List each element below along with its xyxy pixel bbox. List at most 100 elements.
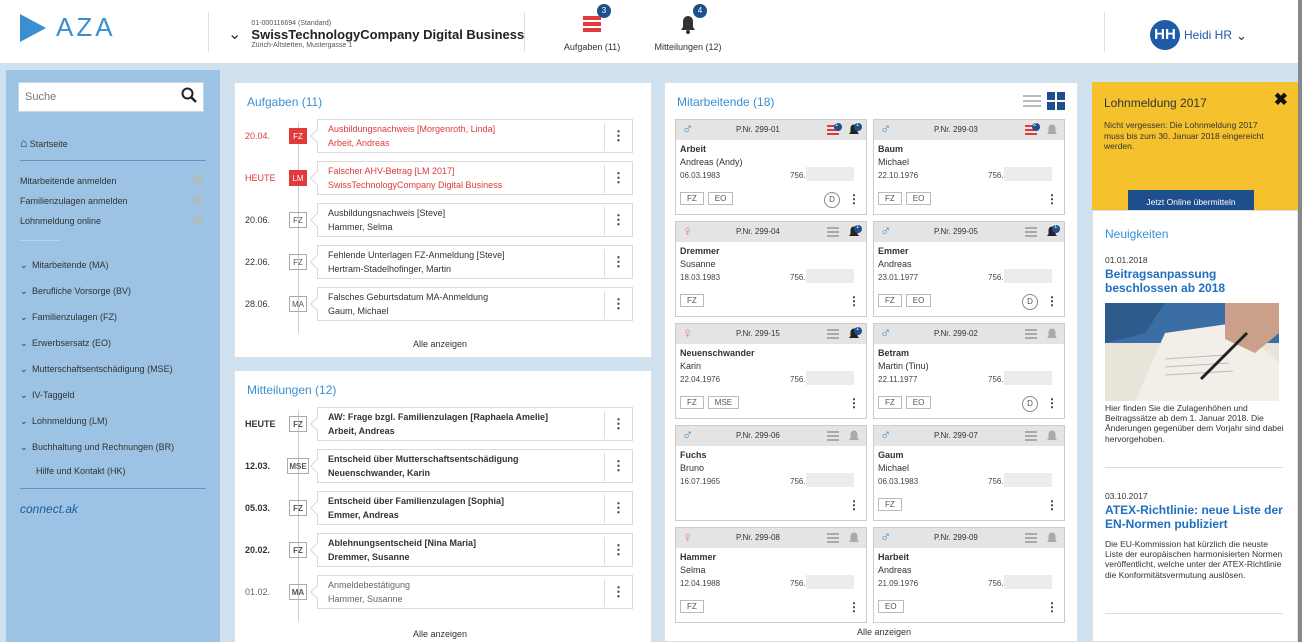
employee-card[interactable]: ♂ P.Nr. 299-06 Fuchs Bruno 16.07.1965 756. ⋮ bbox=[675, 425, 867, 521]
tasks-icon[interactable]: 2 bbox=[1024, 122, 1040, 137]
sidebar-item-income-compensation[interactable]: ⌄ Erwerbsersatz (EO) bbox=[20, 338, 111, 349]
task-box[interactable]: Falscher AHV-Betrag [LM 2017] SwissTechn… bbox=[309, 161, 633, 195]
task-item[interactable]: 20.06. FZ Ausbildungsnachweis [Steve] Ha… bbox=[245, 203, 639, 237]
star-icon[interactable]: ☆ bbox=[192, 192, 204, 208]
show-all-tasks-link[interactable]: Alle anzeigen bbox=[413, 339, 467, 349]
tasks-icon[interactable] bbox=[826, 429, 842, 443]
list-view-icon[interactable] bbox=[1023, 93, 1041, 109]
message-box[interactable]: Ablehnungsentscheid [Nina Maria] Dremmer… bbox=[309, 533, 633, 567]
task-box[interactable]: Fehlende Unterlagen FZ-Anmeldung [Steve]… bbox=[309, 245, 633, 279]
tasks-icon[interactable] bbox=[1024, 531, 1040, 545]
message-item[interactable]: 20.02. FZ Ablehnungsentscheid [Nina Mari… bbox=[245, 533, 639, 567]
sidebar-item-register-family-allowance[interactable]: Familienzulagen anmelden bbox=[20, 196, 128, 206]
bell-icon[interactable] bbox=[846, 531, 862, 545]
more-options-icon[interactable]: ⋮ bbox=[1046, 294, 1058, 308]
employee-card[interactable]: ♂ P.Nr. 299-05 1 Emmer Andreas 23.01.1977 756.… bbox=[873, 221, 1065, 317]
show-all-employees-link[interactable]: Alle anzeigen bbox=[857, 627, 911, 637]
news-headline[interactable]: ATEX-Richtlinie: neue Liste der EN-Norme… bbox=[1105, 503, 1285, 532]
more-options-icon[interactable]: ⋮ bbox=[848, 192, 860, 206]
d-status-icon[interactable]: D bbox=[1022, 396, 1038, 412]
more-options-icon[interactable]: ⋮ bbox=[604, 249, 632, 277]
aza-logo[interactable]: AZA bbox=[20, 12, 116, 43]
tasks-icon[interactable] bbox=[826, 225, 842, 239]
show-all-messages-link[interactable]: Alle anzeigen bbox=[413, 629, 467, 639]
sidebar-item-register-employee[interactable]: Mitarbeitende anmelden bbox=[20, 176, 117, 186]
star-icon[interactable]: ☆ bbox=[192, 212, 204, 228]
task-box[interactable]: Ausbildungsnachweis [Steve] Hammer, Selm… bbox=[309, 203, 633, 237]
page-scrollbar[interactable] bbox=[1298, 0, 1302, 642]
employee-card[interactable]: ♂ P.Nr. 299-09 Harbeit Andreas 21.09.1976 756… bbox=[873, 527, 1065, 623]
employee-tag[interactable]: FZ bbox=[680, 192, 704, 205]
message-item[interactable]: HEUTE FZ AW: Frage bzgl. Familienzulagen… bbox=[245, 407, 639, 441]
sidebar-item-pension[interactable]: ⌄ Berufliche Vorsorge (BV) bbox=[20, 286, 131, 297]
employee-tag[interactable]: FZ bbox=[878, 498, 902, 511]
search-input[interactable] bbox=[19, 83, 169, 111]
message-box[interactable]: Anmeldebestätigung Hammer, Susanne ⋮ bbox=[309, 575, 633, 609]
more-options-icon[interactable]: ⋮ bbox=[1046, 396, 1058, 410]
bell-icon[interactable]: 1 bbox=[846, 122, 862, 137]
more-options-icon[interactable]: ⋮ bbox=[604, 411, 632, 439]
more-options-icon[interactable]: ⋮ bbox=[604, 165, 632, 193]
bell-icon[interactable] bbox=[1044, 327, 1060, 341]
employee-card[interactable]: ♀ P.Nr. 299-04 1 Dremmer Susanne 18.03.1983 75… bbox=[675, 221, 867, 317]
more-options-icon[interactable]: ⋮ bbox=[604, 453, 632, 481]
news-headline[interactable]: Beitragsanpassung beschlossen ab 2018 bbox=[1105, 267, 1285, 296]
more-options-icon[interactable]: ⋮ bbox=[1046, 600, 1058, 614]
message-item[interactable]: 01.02. MA Anmeldebestätigung Hammer, Sus… bbox=[245, 575, 639, 609]
tasks-icon[interactable] bbox=[1024, 327, 1040, 341]
task-item[interactable]: 28.06. MA Falsches Geburtsdatum MA-Anmel… bbox=[245, 287, 639, 321]
employee-tag[interactable]: EO bbox=[905, 192, 932, 205]
search-icon[interactable] bbox=[181, 87, 197, 103]
employee-tag[interactable]: FZ bbox=[680, 396, 704, 409]
more-options-icon[interactable]: ⋮ bbox=[848, 600, 860, 614]
more-options-icon[interactable]: ⋮ bbox=[604, 291, 632, 319]
employee-tag[interactable]: EO bbox=[905, 294, 932, 307]
task-item[interactable]: 22.06. FZ Fehlende Unterlagen FZ-Anmeldu… bbox=[245, 245, 639, 279]
more-options-icon[interactable]: ⋮ bbox=[604, 123, 632, 151]
tasks-icon[interactable] bbox=[1024, 225, 1040, 239]
more-options-icon[interactable]: ⋮ bbox=[1046, 192, 1058, 206]
task-box[interactable]: Falsches Geburtsdatum MA-Anmeldung Gaum,… bbox=[309, 287, 633, 321]
bell-icon[interactable]: 1 bbox=[1044, 224, 1060, 239]
task-item[interactable]: HEUTE LM Falscher AHV-Betrag [LM 2017] S… bbox=[245, 161, 639, 195]
more-options-icon[interactable]: ⋮ bbox=[604, 579, 632, 607]
employee-card[interactable]: ♀ P.Nr. 299-08 Hammer Selma 12.04.1988 756. FZ… bbox=[675, 527, 867, 623]
message-box[interactable]: AW: Frage bzgl. Familienzulagen [Raphael… bbox=[309, 407, 633, 441]
bell-icon[interactable]: 1 bbox=[846, 326, 862, 341]
tasks-icon[interactable] bbox=[826, 327, 842, 341]
message-box[interactable]: Entscheid über Mutterschaftsentschädigun… bbox=[309, 449, 633, 483]
employee-tag[interactable]: EO bbox=[905, 396, 932, 409]
bell-icon[interactable] bbox=[1044, 123, 1060, 137]
employee-card[interactable]: ♂ P.Nr. 299-03 2 Baum Michael 22.10.1976 756. F… bbox=[873, 119, 1065, 215]
bell-icon[interactable]: 1 bbox=[846, 224, 862, 239]
sidebar-item-iv-daily[interactable]: ⌄ IV-Taggeld bbox=[20, 390, 75, 401]
message-item[interactable]: 12.03. MSE Entscheid über Mutterschaftse… bbox=[245, 449, 639, 483]
sidebar-item-home[interactable]: ⌂ Startseite bbox=[20, 136, 68, 150]
user-menu[interactable]: HH Heidi HR ⌄ bbox=[1150, 20, 1247, 50]
task-item[interactable]: 20.04. FZ Ausbildungsnachweis [Morgenrot… bbox=[245, 119, 639, 153]
sidebar-item-family-allowance[interactable]: ⌄ Familienzulagen (FZ) bbox=[20, 312, 117, 323]
more-options-icon[interactable]: ⋮ bbox=[604, 537, 632, 565]
more-options-icon[interactable]: ⋮ bbox=[604, 207, 632, 235]
employee-tag[interactable]: FZ bbox=[878, 192, 902, 205]
tasks-button[interactable]: 3 Aufgaben (11) bbox=[560, 4, 624, 52]
employee-card[interactable]: ♂ P.Nr. 299-02 Betram Martin (Tinu) 22.11.19… bbox=[873, 323, 1065, 419]
more-options-icon[interactable]: ⋮ bbox=[604, 495, 632, 523]
message-box[interactable]: Entscheid über Familienzulagen [Sophia] … bbox=[309, 491, 633, 525]
more-options-icon[interactable]: ⋮ bbox=[848, 294, 860, 308]
task-box[interactable]: Ausbildungsnachweis [Morgenroth, Linda] … bbox=[309, 119, 633, 153]
brand-link[interactable]: connect.ak bbox=[20, 502, 78, 516]
sidebar-item-maternity[interactable]: ⌄ Mutterschaftsentschädigung (MSE) bbox=[20, 364, 173, 375]
more-options-icon[interactable]: ⋮ bbox=[1046, 498, 1058, 512]
sidebar-item-wage-report-cat[interactable]: ⌄ Lohnmeldung (LM) bbox=[20, 416, 108, 427]
employee-tag[interactable]: EO bbox=[707, 192, 734, 205]
employee-tag[interactable]: MSE bbox=[707, 396, 740, 409]
tasks-icon[interactable] bbox=[826, 531, 842, 545]
bell-icon[interactable] bbox=[1044, 531, 1060, 545]
employee-tag[interactable]: FZ bbox=[878, 294, 902, 307]
close-icon[interactable]: ✖ bbox=[1274, 90, 1288, 110]
employee-tag[interactable]: EO bbox=[878, 600, 904, 613]
employee-card[interactable]: ♂ P.Nr. 299-07 Gaum Michael 06.03.1983 756. FZ… bbox=[873, 425, 1065, 521]
sidebar-item-wage-report[interactable]: Lohnmeldung online bbox=[20, 216, 101, 226]
bell-icon[interactable] bbox=[1044, 429, 1060, 443]
